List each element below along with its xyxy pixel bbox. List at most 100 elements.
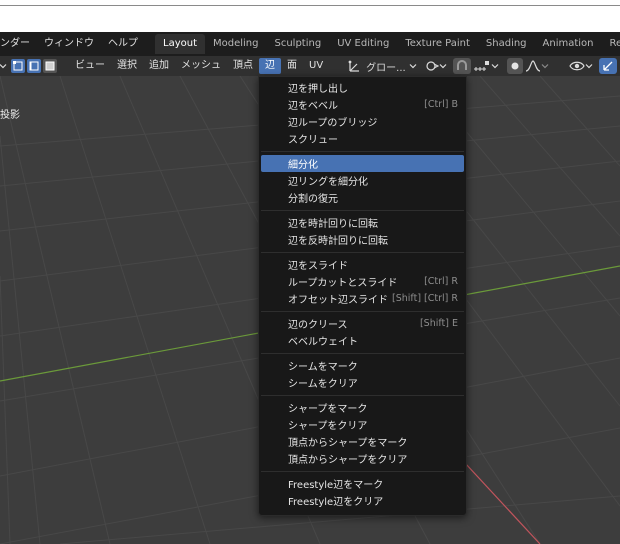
- item-label: オフセット辺スライド: [288, 295, 388, 306]
- gizmo-toggle[interactable]: [598, 58, 617, 74]
- menu-separator: [261, 471, 464, 472]
- tab-uv-editing[interactable]: UV Editing: [329, 34, 397, 54]
- menu-item-clear-seam[interactable]: シームをクリア: [261, 374, 464, 391]
- menu-separator: [261, 395, 464, 396]
- menu-separator: [261, 311, 464, 312]
- chevron-down-icon: [409, 64, 417, 69]
- menu-item-clear-sharp[interactable]: シャープをクリア: [261, 416, 464, 433]
- menu-item-clear-freestyle-edge[interactable]: Freestyle辺をクリア: [261, 492, 464, 509]
- shortcut-label: [Shift] [Ctrl] R: [392, 293, 458, 304]
- top-menubar: ンダー ウィンドウ ヘルプ Layout Modeling Sculpting …: [0, 32, 620, 56]
- dropdown-chevron-icon[interactable]: [0, 58, 8, 74]
- item-label: 細分化: [288, 160, 318, 171]
- workspace-tabs: Layout Modeling Sculpting UV Editing Tex…: [155, 32, 620, 56]
- pivot-dropdown[interactable]: [425, 58, 447, 74]
- item-label: 頂点からシャープをマーク: [288, 438, 408, 449]
- viewport-header: ビュー 選択 追加 メッシュ 頂点 辺 面 UV グロー...: [0, 56, 620, 76]
- menu-item-un-subdivide[interactable]: 分割の復元: [261, 189, 464, 206]
- tab-modeling[interactable]: Modeling: [205, 34, 267, 54]
- snap-increment-dropdown[interactable]: [473, 58, 499, 74]
- window-top-strip: [0, 0, 620, 32]
- select-mode-group: [11, 59, 59, 73]
- tab-rendering[interactable]: Renderin: [602, 34, 620, 54]
- vertex-select-icon[interactable]: [11, 59, 25, 73]
- menu-window[interactable]: ウィンドウ: [37, 32, 101, 56]
- menu-vertex[interactable]: 頂点: [227, 58, 259, 74]
- item-label: 辺のクリース: [288, 320, 348, 331]
- item-label: 辺を反時計回りに回転: [288, 236, 388, 247]
- item-label: 分割の復元: [288, 194, 338, 205]
- item-label: 辺をベベル: [288, 101, 338, 112]
- menu-mesh[interactable]: メッシュ: [175, 58, 227, 74]
- item-label: シームをクリア: [288, 379, 358, 390]
- item-label: Freestyle辺をマーク: [288, 480, 384, 491]
- proportional-editing-toggle[interactable]: [506, 58, 523, 74]
- shortcut-label: [Shift] E: [419, 318, 458, 329]
- transform-orientation-label: グロー...: [366, 62, 406, 74]
- menu-separator: [261, 151, 464, 152]
- menu-item-mark-sharp[interactable]: シャープをマーク: [261, 399, 464, 416]
- transform-orientation-dropdown[interactable]: グロー...: [347, 58, 417, 74]
- menu-uv[interactable]: UV: [303, 58, 329, 74]
- shortcut-label: [Ctrl] B: [424, 99, 458, 110]
- item-label: シームをマーク: [288, 362, 358, 373]
- snap-icon: [456, 60, 467, 70]
- menu-item-subdivide[interactable]: 細分化: [261, 155, 464, 172]
- item-label: 頂点からシャープをクリア: [288, 455, 408, 466]
- item-label: 辺をスライド: [288, 261, 348, 272]
- chevron-down-icon: [439, 64, 447, 69]
- menu-item-offset-edge-slide[interactable]: オフセット辺スライド [Shift] [Ctrl] R: [261, 290, 464, 307]
- menu-item-mark-seam[interactable]: シームをマーク: [261, 357, 464, 374]
- menu-separator: [261, 210, 464, 211]
- item-label: 辺ループのブリッジ: [288, 118, 378, 129]
- menu-item-screw[interactable]: スクリュー: [261, 130, 464, 147]
- menu-help[interactable]: ヘルプ: [101, 32, 145, 56]
- menu-item-bevel-edges[interactable]: 辺をベベル [Ctrl] B: [261, 96, 464, 113]
- pivot-icon: [426, 61, 439, 71]
- visibility-dropdown[interactable]: [569, 58, 593, 74]
- menu-edge[interactable]: 辺: [259, 58, 281, 74]
- chevron-down-icon: [491, 64, 499, 69]
- menu-item-subdivide-edge-ring[interactable]: 辺リングを細分化: [261, 172, 464, 189]
- menu-separator: [261, 353, 464, 354]
- menu-select[interactable]: 選択: [111, 58, 143, 74]
- menu-item-edge-slide[interactable]: 辺をスライド: [261, 256, 464, 273]
- menu-add[interactable]: 追加: [143, 58, 175, 74]
- face-select-icon[interactable]: [43, 59, 57, 73]
- item-label: シャープをマーク: [288, 404, 368, 415]
- item-label: スクリュー: [288, 135, 338, 146]
- menu-item-bridge-edge-loops[interactable]: 辺ループのブリッジ: [261, 113, 464, 130]
- tab-shading[interactable]: Shading: [478, 34, 535, 54]
- menu-item-rotate-edge-cw[interactable]: 辺を時計回りに回転: [261, 214, 464, 231]
- menu-view[interactable]: ビュー: [69, 58, 111, 74]
- proportional-editing-icon: [511, 62, 519, 70]
- gizmo-icon: [603, 61, 613, 71]
- menu-item-edge-crease[interactable]: 辺のクリース [Shift] E: [261, 315, 464, 332]
- menu-item-extrude-edges[interactable]: 辺を押し出し: [261, 79, 464, 96]
- edge-select-icon[interactable]: [27, 59, 41, 73]
- chevron-down-icon: [585, 64, 593, 69]
- item-label: ループカットとスライド: [288, 278, 398, 289]
- menu-item-clear-sharp-from-vertices[interactable]: 頂点からシャープをクリア: [261, 450, 464, 467]
- menu-render[interactable]: ンダー: [0, 32, 37, 56]
- menu-item-mark-freestyle-edge[interactable]: Freestyle辺をマーク: [261, 475, 464, 492]
- tab-animation[interactable]: Animation: [535, 34, 602, 54]
- menu-face[interactable]: 面: [281, 58, 303, 74]
- transform-orientation-icon: [348, 60, 360, 72]
- item-label: Freestyle辺をクリア: [288, 497, 384, 508]
- menu-item-loop-cut-and-slide[interactable]: ループカットとスライド [Ctrl] R: [261, 273, 464, 290]
- menu-item-bevel-weight[interactable]: ベベルウェイト: [261, 332, 464, 349]
- top-divider: [0, 5, 620, 6]
- menu-item-mark-sharp-from-vertices[interactable]: 頂点からシャープをマーク: [261, 433, 464, 450]
- item-label: 辺リングを細分化: [288, 177, 368, 188]
- menu-item-rotate-edge-ccw[interactable]: 辺を反時計回りに回転: [261, 231, 464, 248]
- menu-separator: [261, 252, 464, 253]
- snap-toggle[interactable]: [452, 58, 471, 74]
- falloff-dropdown[interactable]: [525, 58, 549, 74]
- shortcut-label: [Ctrl] R: [424, 276, 458, 287]
- tab-layout[interactable]: Layout: [155, 34, 205, 54]
- visibility-icon: [569, 61, 585, 71]
- tab-sculpting[interactable]: Sculpting: [267, 34, 330, 54]
- edge-menu-dropdown: 辺を押し出し 辺をベベル [Ctrl] B 辺ループのブリッジ スクリュー 細分化…: [258, 76, 467, 516]
- tab-texture-paint[interactable]: Texture Paint: [397, 34, 478, 54]
